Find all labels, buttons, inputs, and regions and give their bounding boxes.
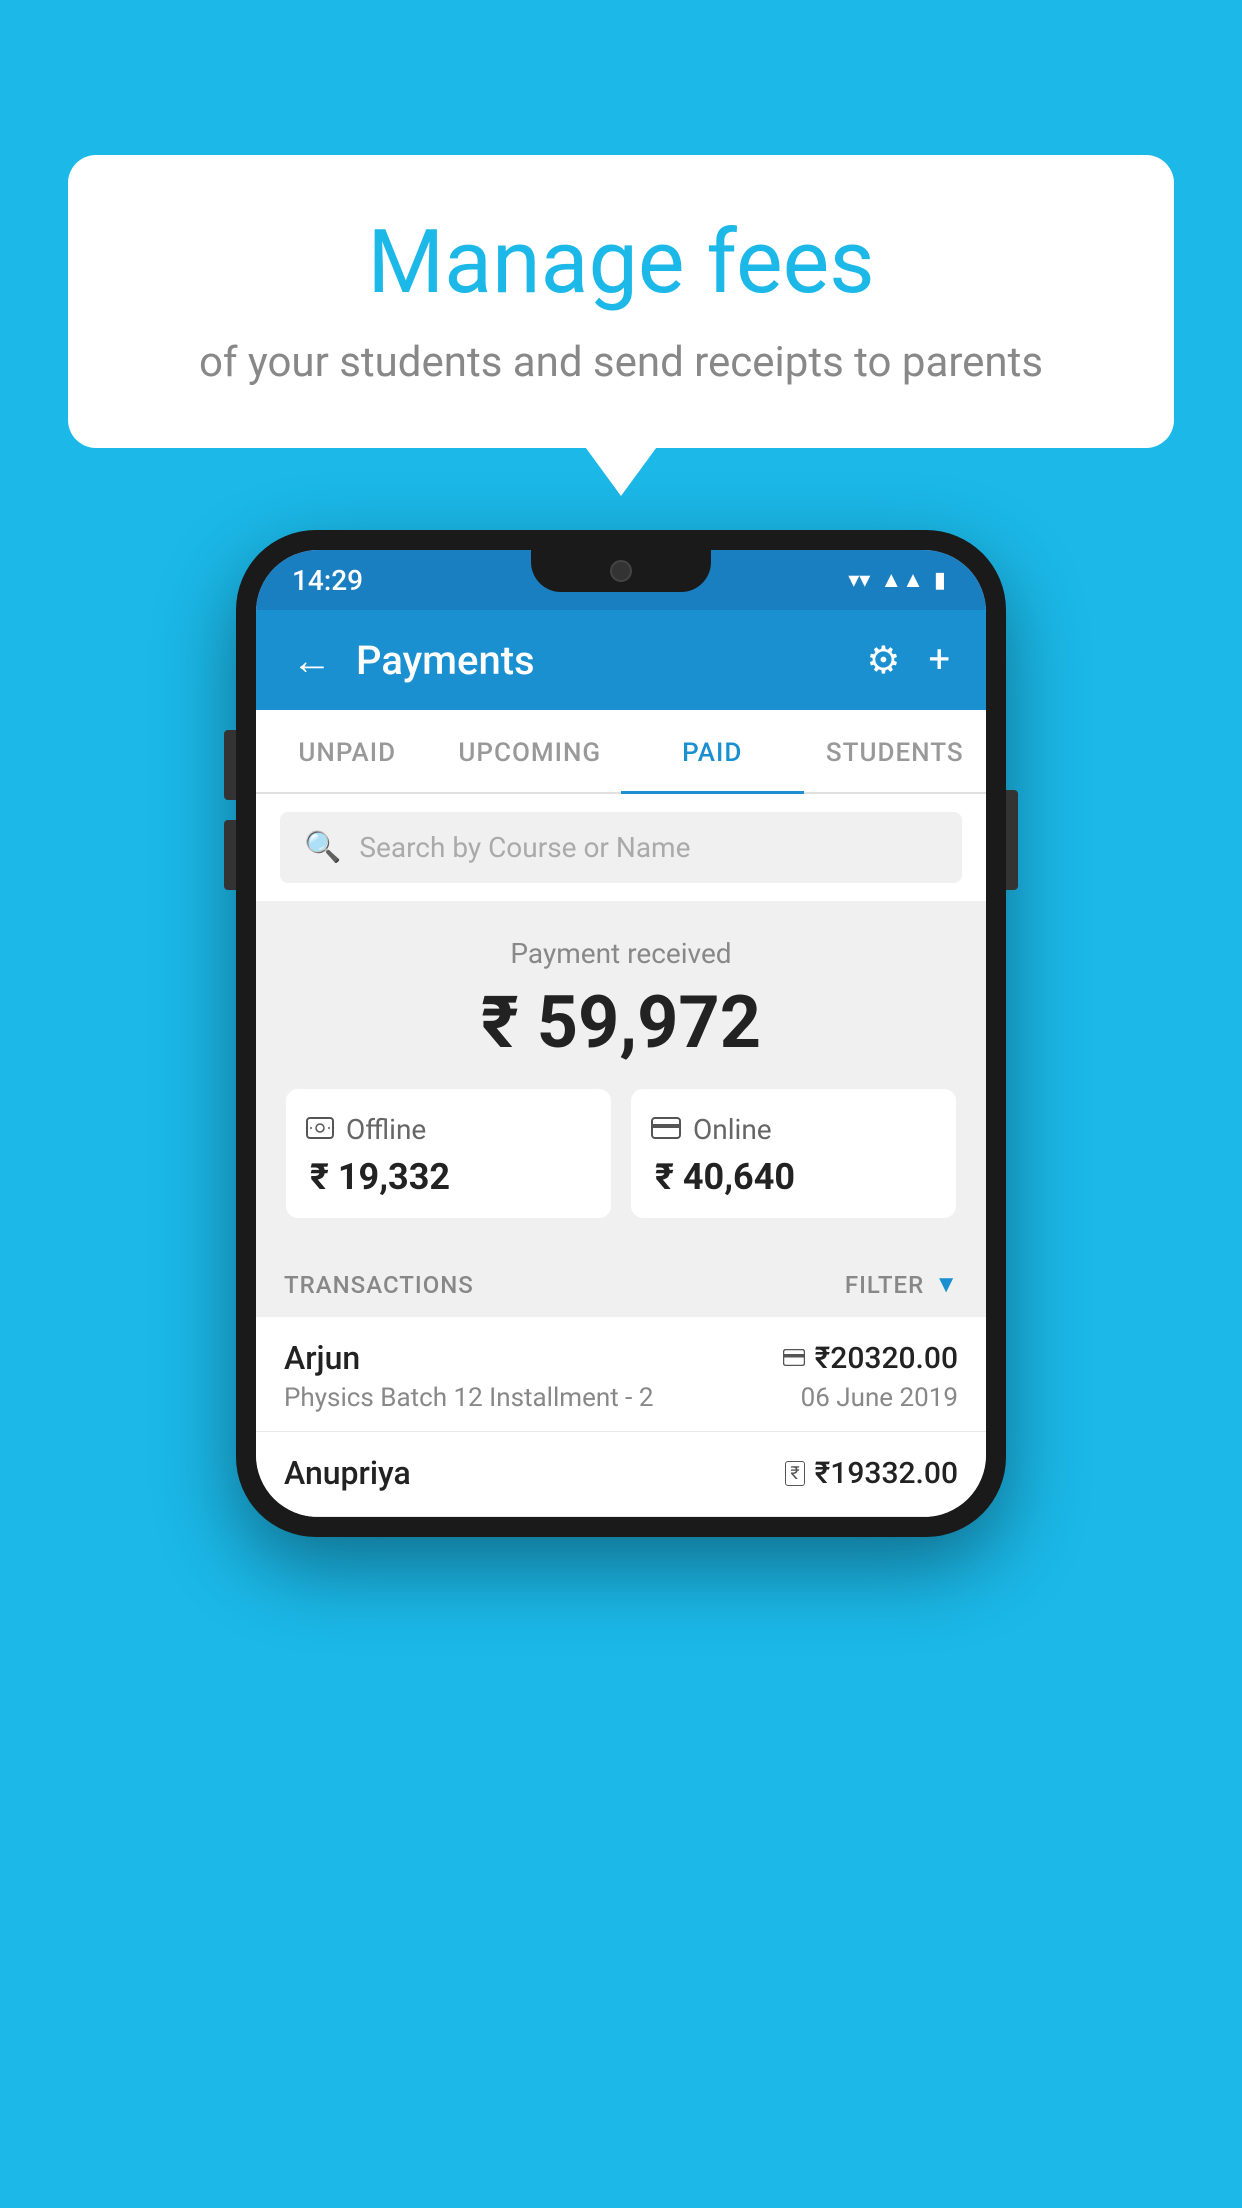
payment-received-label: Payment received: [286, 937, 956, 970]
search-placeholder-text: Search by Course or Name: [359, 831, 690, 864]
transaction-row-anupriya[interactable]: Anupriya ₹ ₹19332.00: [256, 1432, 986, 1517]
battery-icon: ▮: [934, 568, 946, 593]
wifi-icon: ▾▾: [848, 568, 870, 593]
txn-payment-type-icon-arjun: [783, 1344, 805, 1372]
bubble-title: Manage fees: [118, 215, 1124, 312]
txn-date-arjun: 06 June 2019: [801, 1383, 958, 1413]
payment-summary: Payment received ₹ 59,972: [256, 901, 986, 1248]
offline-icon: [306, 1113, 334, 1146]
offline-card: Offline ₹ 19,332: [286, 1089, 611, 1218]
online-amount: ₹ 40,640: [651, 1156, 936, 1198]
payment-total-amount: ₹ 59,972: [286, 980, 956, 1065]
phone-screen: 14:29 ▾▾ ▲▲ ▮ ← Payments ⚙ + UNPAID: [256, 550, 986, 1517]
txn-amount-anupriya: ₹19332.00: [815, 1456, 958, 1491]
volume-up-button[interactable]: [224, 730, 236, 800]
txn-amount-wrap-anupriya: ₹ ₹19332.00: [785, 1456, 958, 1491]
payment-cards: Offline ₹ 19,332 Online: [286, 1089, 956, 1218]
status-time: 14:29: [292, 564, 363, 597]
tab-students[interactable]: STUDENTS: [804, 710, 987, 792]
phone-frame: 14:29 ▾▾ ▲▲ ▮ ← Payments ⚙ + UNPAID: [236, 530, 1006, 1537]
search-icon: 🔍: [304, 830, 341, 865]
online-card: Online ₹ 40,640: [631, 1089, 956, 1218]
speech-bubble-container: Manage fees of your students and send re…: [68, 155, 1174, 448]
search-bar[interactable]: 🔍 Search by Course or Name: [280, 812, 962, 883]
filter-wrap[interactable]: FILTER ▼: [845, 1270, 958, 1299]
signal-icon: ▲▲: [880, 567, 924, 593]
txn-top-anupriya: Anupriya ₹ ₹19332.00: [284, 1454, 958, 1492]
transactions-header: TRANSACTIONS FILTER ▼: [256, 1248, 986, 1317]
tabs-bar: UNPAID UPCOMING PAID STUDENTS: [256, 710, 986, 794]
add-icon[interactable]: +: [928, 638, 950, 682]
txn-amount-arjun: ₹20320.00: [815, 1341, 958, 1376]
txn-bottom-arjun: Physics Batch 12 Installment - 2 06 June…: [284, 1383, 958, 1413]
txn-name-anupriya: Anupriya: [284, 1454, 411, 1492]
transactions-label: TRANSACTIONS: [284, 1271, 474, 1299]
txn-name-arjun: Arjun: [284, 1339, 360, 1377]
front-camera: [610, 560, 632, 582]
offline-amount: ₹ 19,332: [306, 1156, 591, 1198]
phone-notch: [531, 550, 711, 592]
power-button[interactable]: [1006, 790, 1018, 890]
filter-icon: ▼: [934, 1270, 958, 1299]
txn-payment-type-icon-anupriya: ₹: [785, 1461, 804, 1486]
tab-unpaid[interactable]: UNPAID: [256, 710, 439, 792]
status-icons: ▾▾ ▲▲ ▮: [848, 567, 946, 593]
online-card-header: Online: [651, 1113, 936, 1146]
settings-icon[interactable]: ⚙: [866, 638, 900, 683]
app-header: ← Payments ⚙ +: [256, 610, 986, 710]
tab-upcoming[interactable]: UPCOMING: [439, 710, 622, 792]
transaction-row-arjun[interactable]: Arjun ₹20320.00 Physics Batch 12 Install…: [256, 1317, 986, 1432]
phone-frame-container: 14:29 ▾▾ ▲▲ ▮ ← Payments ⚙ + UNPAID: [236, 530, 1006, 1537]
back-button[interactable]: ←: [292, 637, 332, 684]
speech-bubble: Manage fees of your students and send re…: [68, 155, 1174, 448]
offline-label: Offline: [346, 1113, 426, 1146]
filter-label: FILTER: [845, 1271, 924, 1299]
offline-card-header: Offline: [306, 1113, 591, 1146]
online-icon: [651, 1113, 681, 1146]
tab-paid[interactable]: PAID: [621, 710, 804, 792]
header-title: Payments: [356, 637, 842, 684]
txn-course-arjun: Physics Batch 12 Installment - 2: [284, 1383, 653, 1413]
online-label: Online: [693, 1113, 772, 1146]
txn-amount-wrap-arjun: ₹20320.00: [783, 1341, 958, 1376]
bubble-subtitle: of your students and send receipts to pa…: [118, 334, 1124, 393]
search-container: 🔍 Search by Course or Name: [256, 794, 986, 901]
header-actions: ⚙ +: [866, 638, 950, 683]
volume-down-button[interactable]: [224, 820, 236, 890]
txn-top-arjun: Arjun ₹20320.00: [284, 1339, 958, 1377]
